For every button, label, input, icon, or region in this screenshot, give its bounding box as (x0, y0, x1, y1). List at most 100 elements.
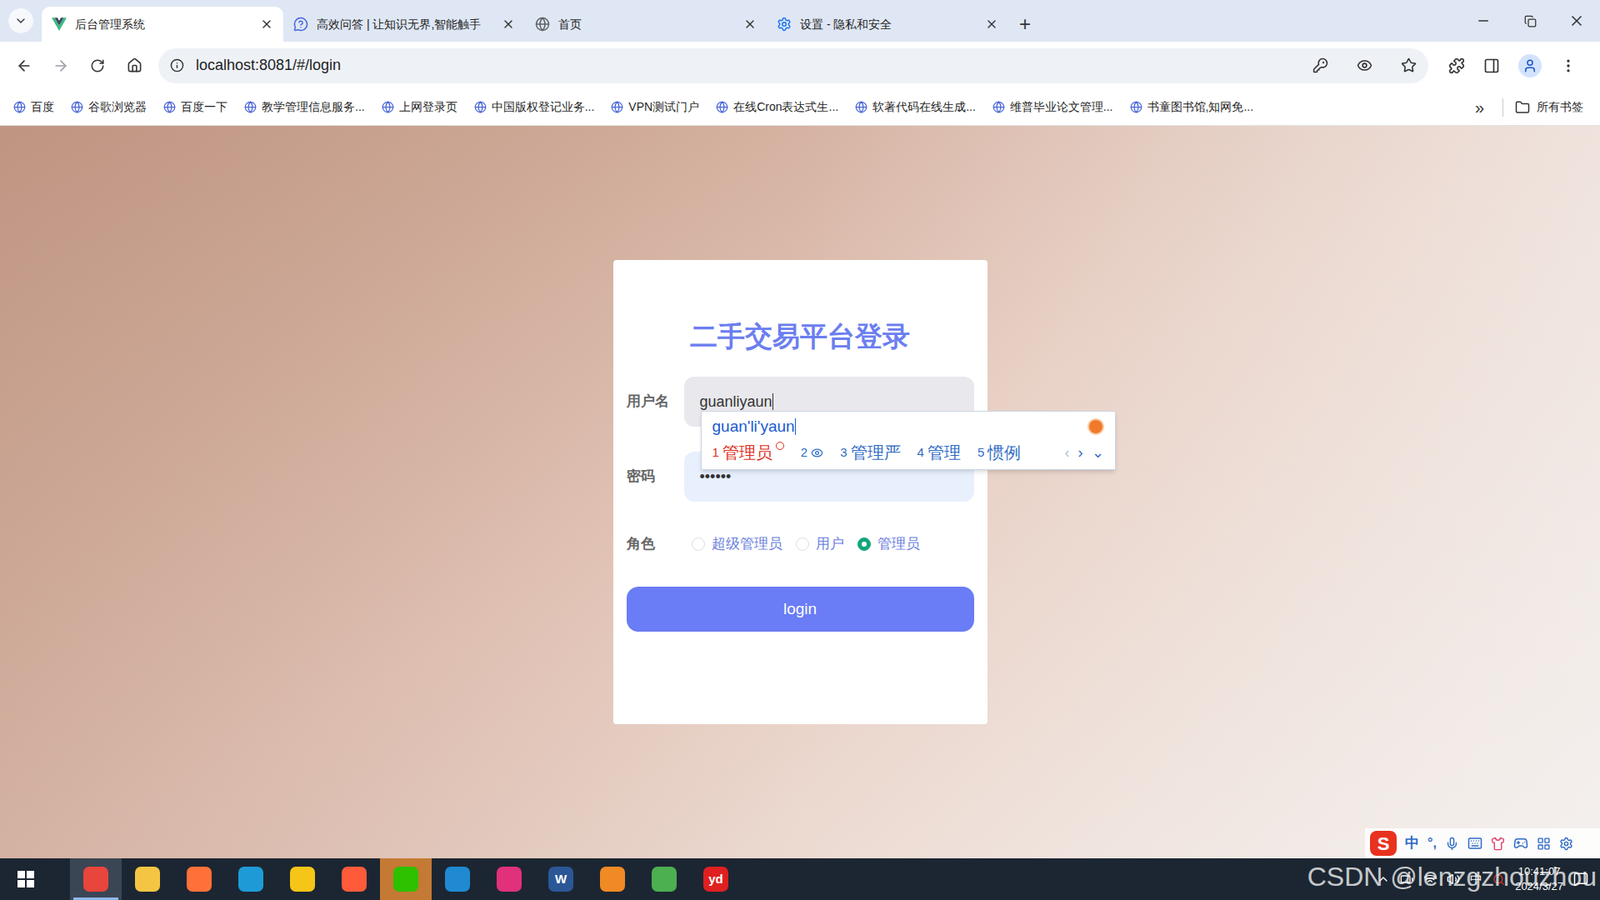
bookmark-item[interactable]: 百度一下 (163, 98, 228, 116)
network-icon[interactable] (1423, 872, 1437, 886)
taskbar-app[interactable]: W (535, 858, 587, 900)
restore-icon (1524, 15, 1537, 28)
ime-punct[interactable]: °, (1427, 833, 1437, 854)
youdao-icon: yd (703, 866, 729, 892)
tab-search-button[interactable] (0, 0, 42, 42)
app-colorful-icon (651, 866, 677, 892)
reload-icon (90, 58, 105, 74)
restore-button[interactable] (1506, 0, 1554, 42)
ime-candidate[interactable]: 2 (800, 443, 824, 463)
back-button[interactable] (8, 50, 40, 82)
login-button[interactable]: login (626, 586, 975, 632)
battery-icon[interactable] (1400, 872, 1414, 886)
keyboard-icon[interactable] (1467, 835, 1483, 851)
close-tab-icon[interactable] (501, 17, 515, 31)
ime-settings-icon[interactable] (1559, 836, 1574, 851)
jetbrains-icon (496, 866, 522, 892)
tray-language[interactable]: 中 (1470, 870, 1483, 890)
taskbar-app[interactable]: yd (690, 858, 742, 900)
taskbar-app[interactable] (328, 858, 380, 900)
taskbar-app[interactable] (483, 858, 535, 900)
taskbar: Wyd中10:41:072024/3/27CSDN @lenzgzhouzhou (0, 858, 1600, 900)
tab-title: 设置 - 隐私和安全 (800, 15, 977, 34)
bookmark-item[interactable]: 在线Cron表达式生... (715, 98, 839, 116)
start-button[interactable] (0, 858, 52, 900)
ime-nav-button[interactable]: ‹ (1065, 441, 1070, 465)
taskbar-app[interactable] (173, 858, 225, 900)
ime-candidate[interactable]: 3管理严 (840, 440, 900, 465)
tab-title: 高效问答 | 让知识无界,智能触手 (316, 15, 494, 34)
browser-tab[interactable]: 首页 (525, 6, 767, 42)
ime-candidate[interactable]: 1管理员 (712, 440, 785, 465)
bookmark-item[interactable]: 软著代码在线生成... (855, 98, 976, 116)
volume-icon[interactable] (1446, 872, 1460, 886)
game-icon[interactable] (1513, 835, 1529, 851)
new-tab-button[interactable]: + (1008, 6, 1042, 42)
close-tab-icon[interactable] (985, 17, 999, 31)
close-tab-icon[interactable] (260, 17, 274, 31)
eye-icon[interactable] (1356, 57, 1373, 74)
bookmark-favicon-icon (244, 100, 257, 114)
skin-icon[interactable] (1490, 836, 1505, 851)
ime-candidate[interactable]: 4管理 (917, 440, 961, 465)
bookmark-item[interactable]: VPN测试门户 (610, 98, 700, 116)
ime-candidate-popup: guan'li'yaun1管理员23管理严4管理5惯例‹›⌄ (700, 410, 1116, 470)
close-window-button[interactable] (1553, 0, 1600, 42)
role-radio[interactable]: 超级管理员 (691, 533, 783, 555)
all-bookmarks-button[interactable]: 所有书签 (1510, 98, 1587, 116)
ime-skin-icon[interactable] (1087, 418, 1105, 435)
minimize-button[interactable] (1460, 0, 1507, 42)
site-info-icon[interactable] (170, 58, 185, 73)
taskbar-app[interactable] (225, 858, 277, 900)
browser-tab[interactable]: 后台管理系统 (41, 6, 284, 42)
bookmark-item[interactable]: 谷歌浏览器 (70, 98, 147, 116)
role-radio[interactable]: 管理员 (857, 533, 920, 555)
screen: 后台管理系统 高效问答 | 让知识无界,智能触手 首页 设置 - 隐私和安全 + loca… (0, 0, 1600, 900)
bookmark-favicon-icon (70, 100, 84, 114)
taskbar-app[interactable] (380, 858, 432, 900)
browser-tab[interactable]: 设置 - 隐私和安全 (766, 6, 1009, 42)
sogou-logo[interactable]: S (1370, 830, 1397, 856)
bookmark-favicon-icon (1130, 100, 1143, 114)
text-caret (772, 393, 774, 410)
taskbar-app[interactable] (431, 858, 484, 900)
ime-candidate[interactable]: 5惯例 (977, 440, 1021, 465)
clock[interactable]: 10:41:072024/3/27 (1515, 864, 1564, 895)
bookmarks-more-button[interactable]: » (1463, 95, 1496, 120)
home-button[interactable] (118, 50, 150, 82)
ime-nav-button[interactable]: ⌄ (1091, 441, 1105, 465)
bookmark-item[interactable]: 百度 (13, 98, 55, 116)
bookmark-item[interactable]: 维普毕业论文管理... (992, 98, 1114, 116)
key-icon[interactable] (1312, 57, 1329, 74)
ime-nav-button[interactable]: › (1078, 441, 1084, 465)
tray-ime-icon[interactable] (1492, 873, 1505, 886)
bookmark-item[interactable]: 上网登录页 (381, 98, 458, 116)
radio-circle (795, 537, 810, 551)
toolbox-icon[interactable] (1536, 836, 1551, 851)
mic-icon[interactable] (1445, 836, 1460, 851)
taskbar-app[interactable] (121, 858, 174, 900)
notification-icon[interactable] (1573, 871, 1589, 887)
menu-icon[interactable] (1560, 57, 1577, 75)
tray-expand-icon[interactable] (1376, 872, 1390, 886)
bookmark-item[interactable]: 书童图书馆,知网免... (1130, 98, 1255, 116)
taskbar-app[interactable] (70, 858, 122, 900)
taskbar-app[interactable] (586, 858, 639, 900)
browser-tab[interactable]: 高效问答 | 让知识无界,智能触手 (283, 6, 525, 42)
omnibox[interactable]: localhost:8081/#/login (158, 48, 1429, 84)
app-yellow-icon (290, 866, 315, 892)
taskbar-app[interactable] (638, 858, 690, 900)
role-label: 角色 (626, 533, 685, 555)
profile-button[interactable] (1518, 54, 1542, 78)
star-icon[interactable] (1400, 57, 1417, 74)
role-radio[interactable]: 用户 (795, 533, 845, 555)
taskbar-app[interactable] (276, 858, 329, 900)
ime-mode[interactable]: 中 (1405, 832, 1420, 855)
bookmark-item[interactable]: 中国版权登记业务... (474, 98, 595, 116)
reload-button[interactable] (81, 50, 114, 82)
close-tab-icon[interactable] (743, 17, 757, 31)
extensions-icon[interactable] (1448, 57, 1465, 75)
bookmark-item[interactable]: 教学管理信息服务... (244, 98, 365, 116)
side-panel-icon[interactable] (1483, 57, 1500, 75)
forward-button[interactable] (45, 50, 77, 82)
